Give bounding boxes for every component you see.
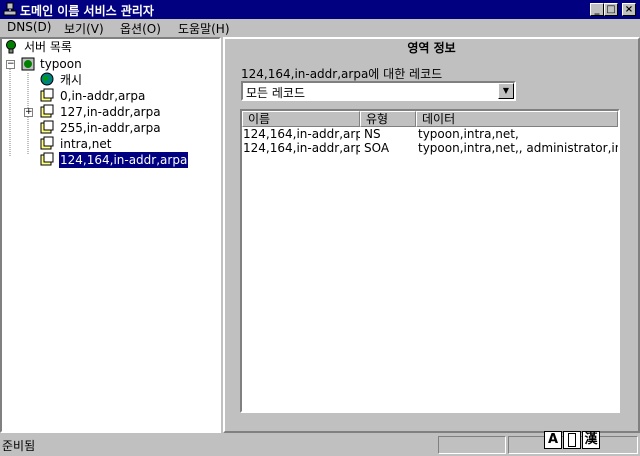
- menu-options[interactable]: 옵션(O): [120, 20, 161, 37]
- zone-icon: [40, 152, 54, 166]
- maximize-button[interactable]: □: [604, 3, 618, 16]
- record-filter-select[interactable]: 모든 레코드 ▼: [241, 81, 516, 101]
- tree-item-intra-net[interactable]: intra,net: [60, 136, 111, 152]
- dns-app-icon: [3, 2, 17, 16]
- record-filter-value: 모든 레코드: [246, 86, 306, 100]
- menu-view[interactable]: 보기(V): [64, 20, 104, 37]
- tree-item-zone-127[interactable]: 127,in-addr,arpa: [60, 104, 161, 120]
- records-label: 124,164,in-addr,arpa에 대한 레코드: [241, 67, 443, 81]
- ime-alpha-button[interactable]: A: [544, 431, 562, 449]
- half-width-glyph: [568, 432, 576, 447]
- column-header-type[interactable]: 유형: [360, 111, 416, 127]
- zone-info-panel: 영역 정보 124,164,in-addr,arpa에 대한 레코드 모든 레코…: [223, 37, 640, 433]
- server-tree[interactable]: 서버 목록 − typoon 캐시 0,in-addr,arpa + 127,i…: [0, 37, 221, 433]
- chevron-down-icon[interactable]: ▼: [498, 83, 514, 99]
- close-button[interactable]: ×: [622, 3, 636, 16]
- cell-type: NS: [364, 127, 381, 141]
- tree-item-cache[interactable]: 캐시: [60, 72, 82, 88]
- zone-icon: [40, 136, 54, 150]
- minimize-button[interactable]: _: [590, 3, 604, 16]
- column-header-data[interactable]: 데이터: [416, 111, 618, 127]
- cell-name: 124,164,in-addr,arpa: [243, 127, 360, 141]
- tree-item-zone-255[interactable]: 255,in-addr,arpa: [60, 120, 161, 136]
- menu-bar: DNS(D) 보기(V) 옵션(O) 도움말(H): [0, 19, 640, 37]
- tree-item-zone-124-selected[interactable]: 124,164,in-addr,arpa: [57, 151, 190, 169]
- window-title: 도메인 이름 서비스 관리자: [20, 4, 154, 18]
- cell-data: typoon,intra,net,, administrator,intra: [418, 141, 618, 155]
- menu-dns[interactable]: DNS(D): [7, 20, 51, 34]
- zone-info-title: 영역 정보: [407, 41, 456, 55]
- tree-item-zone-0[interactable]: 0,in-addr,arpa: [60, 88, 145, 104]
- ime-width-button[interactable]: [563, 431, 581, 449]
- zone-icon: [40, 120, 54, 134]
- globe-icon: [40, 72, 54, 86]
- zone-127-expander[interactable]: +: [24, 108, 33, 117]
- zone-icon: [40, 104, 54, 118]
- cell-data: typoon,intra,net,: [418, 127, 519, 141]
- records-list[interactable]: 이름 유형 데이터 124,164,in-addr,arpa NS typoon…: [240, 109, 620, 413]
- column-header-name[interactable]: 이름: [242, 111, 360, 127]
- status-pane: [438, 436, 506, 454]
- zone-icon: [40, 88, 54, 102]
- menu-help[interactable]: 도움말(H): [178, 20, 230, 37]
- status-text: 준비됨: [2, 439, 36, 453]
- cell-type: SOA: [364, 141, 390, 155]
- title-bar[interactable]: 도메인 이름 서비스 관리자 _ □ ×: [0, 0, 640, 19]
- ime-hanja-button[interactable]: 漢: [582, 431, 600, 449]
- cell-name: 124,164,in-addr,arpa: [243, 141, 360, 155]
